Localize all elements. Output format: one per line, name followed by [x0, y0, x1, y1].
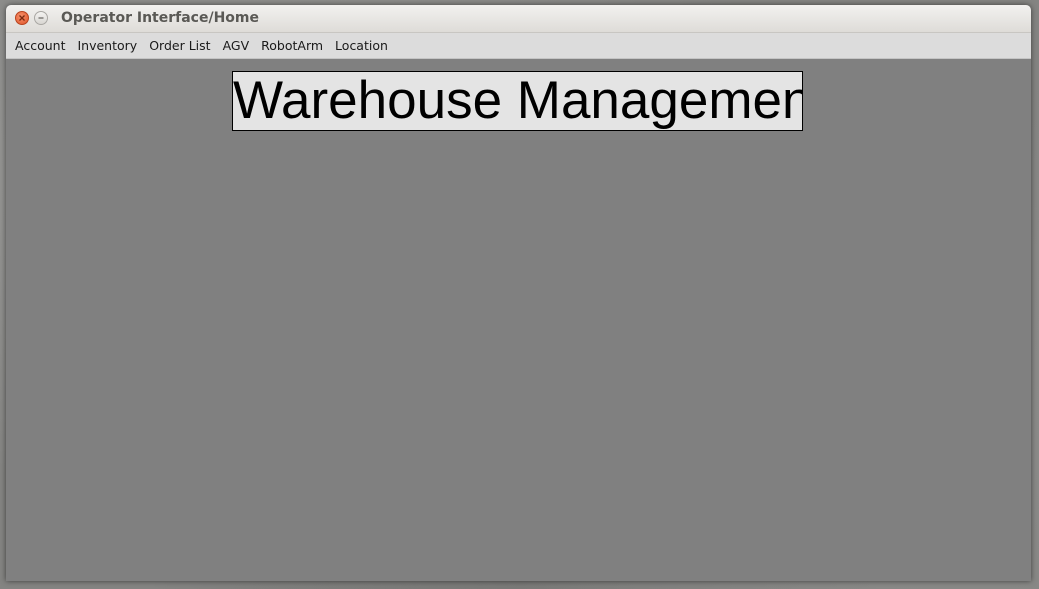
menu-robotarm[interactable]: RobotArm	[255, 35, 329, 57]
minimize-icon	[38, 17, 44, 19]
close-button[interactable]	[15, 11, 29, 25]
menu-bar: Account Inventory Order List AGV RobotAr…	[6, 33, 1031, 59]
menu-agv[interactable]: AGV	[217, 35, 256, 57]
title-bar[interactable]: Operator Interface/Home	[6, 5, 1031, 33]
close-icon	[19, 15, 25, 21]
window-title: Operator Interface/Home	[61, 10, 259, 26]
main-content: Warehouse Management	[6, 60, 1031, 581]
menu-order-list[interactable]: Order List	[143, 35, 216, 57]
menu-location[interactable]: Location	[329, 35, 394, 57]
app-window: Operator Interface/Home Account Inventor…	[6, 5, 1031, 581]
menu-account[interactable]: Account	[9, 35, 71, 57]
menu-inventory[interactable]: Inventory	[71, 35, 143, 57]
page-title: Warehouse Management	[232, 71, 803, 131]
minimize-button[interactable]	[34, 11, 48, 25]
